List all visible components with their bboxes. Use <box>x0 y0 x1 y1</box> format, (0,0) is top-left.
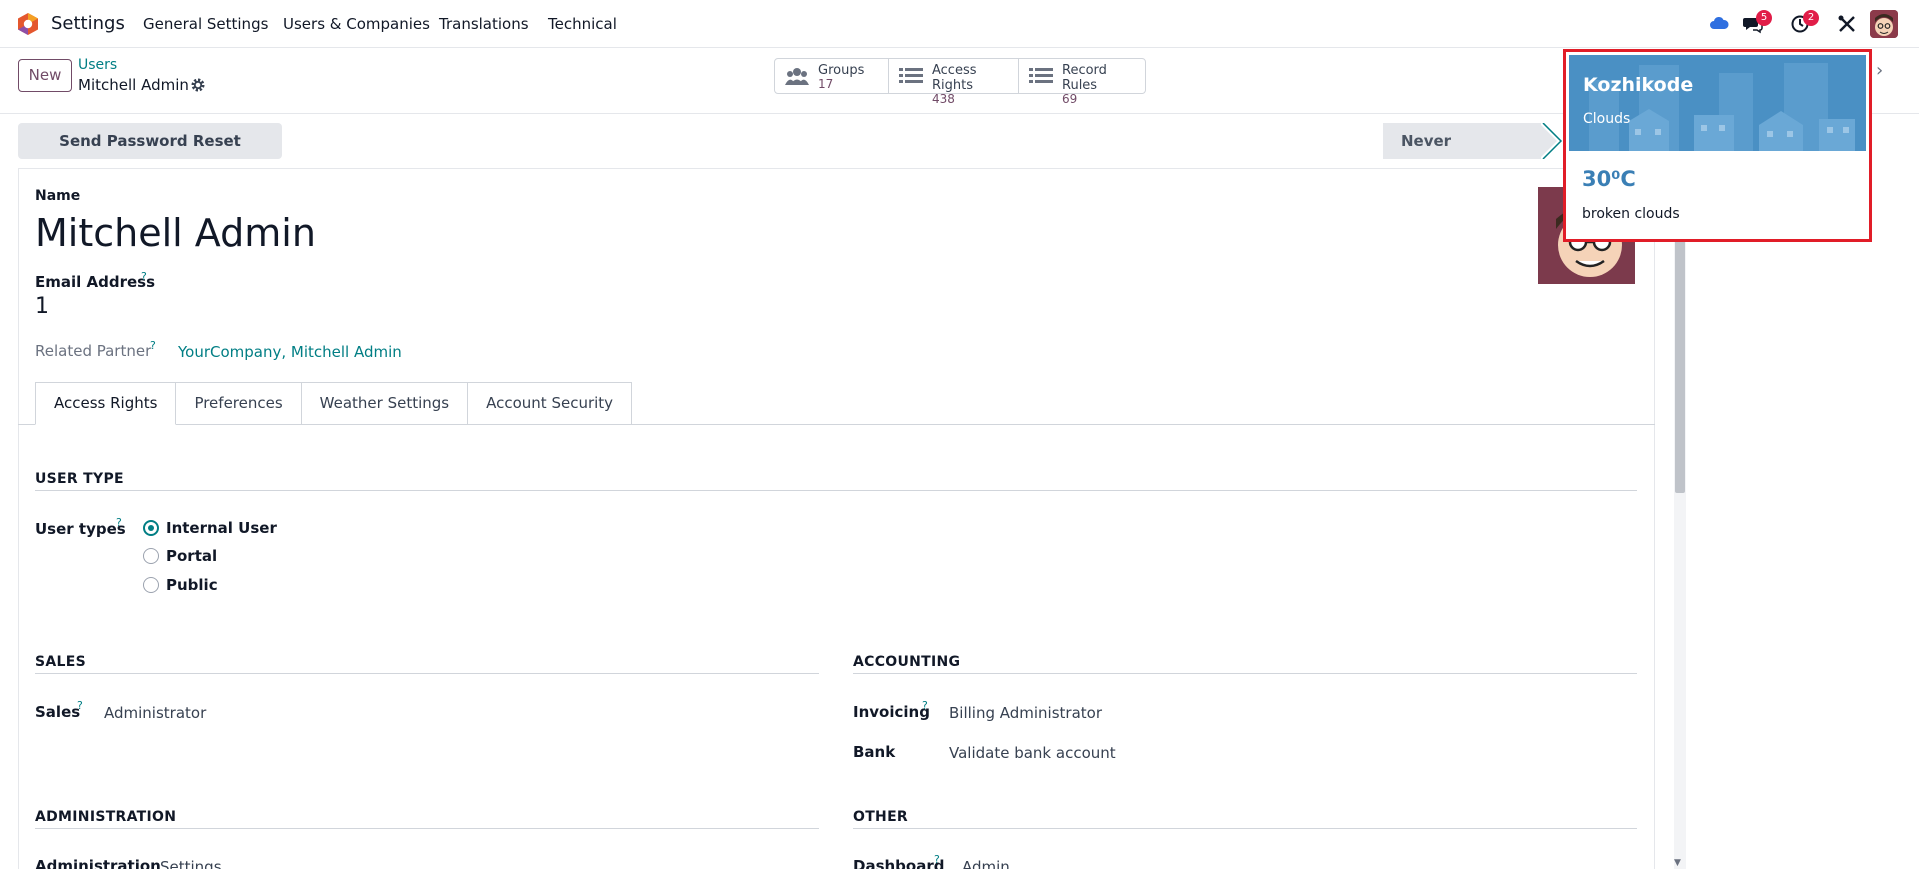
app-name[interactable]: Settings <box>51 13 125 34</box>
section-administration: ADMINISTRATION <box>35 809 177 825</box>
form-tabs: Access Rights Preferences Weather Settin… <box>35 382 633 425</box>
section-other: OTHER <box>853 809 909 825</box>
access-rights-count: 438 <box>932 92 955 106</box>
city-skyline-illustration <box>1569 55 1866 151</box>
menu-translations[interactable]: Translations <box>439 15 529 33</box>
email-field[interactable]: 1 <box>35 294 49 319</box>
weather-temperature: 30⁰C <box>1582 167 1636 191</box>
invoicing-label: Invoicing <box>853 703 930 721</box>
weather-cloud-icon[interactable] <box>1709 14 1729 34</box>
tab-access-rights[interactable]: Access Rights <box>35 382 177 425</box>
user-types-help-icon[interactable]: ? <box>116 516 122 529</box>
groups-smart-button[interactable]: Groups 17 <box>775 59 889 93</box>
administration-label: Administration <box>35 857 161 869</box>
send-password-reset-button[interactable]: Send Password Reset Instructions <box>18 123 282 186</box>
section-user-type: USER TYPE <box>35 471 124 487</box>
odoo-logo-icon[interactable] <box>16 12 40 36</box>
menu-technical[interactable]: Technical <box>548 15 617 33</box>
user-name-field[interactable]: Mitchell Admin <box>35 211 316 255</box>
radio-public[interactable] <box>143 577 159 593</box>
related-partner-label: Related Partner <box>35 342 152 360</box>
invoicing-select[interactable]: Billing Administrator <box>949 704 1102 722</box>
scroll-down-icon[interactable]: ▼ <box>1674 858 1681 868</box>
smart-buttons: Groups 17 Access Rights 438 Record Rules… <box>774 58 1146 106</box>
users-icon <box>785 68 809 85</box>
action-bar: Send Password Reset Instructions Never C… <box>0 114 1680 186</box>
section-sales: SALES <box>35 654 86 670</box>
record-rules-count: 69 <box>1062 92 1078 106</box>
radio-internal-user[interactable] <box>143 520 159 536</box>
sales-help-icon[interactable]: ? <box>77 699 83 712</box>
radio-portal[interactable] <box>143 548 159 564</box>
status-arrow-icon <box>1539 123 1563 159</box>
user-types-label: User types <box>35 520 126 538</box>
section-divider <box>35 673 819 674</box>
email-label: Email Address <box>35 273 156 291</box>
breadcrumb-users[interactable]: Users <box>78 57 117 73</box>
messages-badge: 5 <box>1756 10 1772 26</box>
related-partner-help-icon[interactable]: ? <box>150 339 156 352</box>
access-rights-label: Access Rights <box>932 63 977 93</box>
weather-condition: Clouds <box>1583 111 1631 127</box>
portal-label[interactable]: Portal <box>166 547 217 565</box>
bank-select[interactable]: Validate bank account <box>949 744 1116 762</box>
gear-icon[interactable] <box>190 77 206 93</box>
sales-label: Sales <box>35 703 81 721</box>
related-partner-link[interactable]: YourCompany, Mitchell Admin <box>178 343 402 361</box>
user-avatar[interactable] <box>1870 10 1898 38</box>
weather-city: Kozhikode <box>1583 74 1694 96</box>
top-navbar: Settings General Settings Users & Compan… <box>0 0 1919 48</box>
weather-description: broken clouds <box>1582 206 1680 222</box>
email-help-icon[interactable]: ? <box>141 270 147 283</box>
name-label: Name <box>35 188 81 204</box>
tab-weather-settings[interactable]: Weather Settings <box>301 382 469 425</box>
section-divider <box>853 673 1637 674</box>
sales-select[interactable]: Administrator <box>104 704 206 722</box>
internal-user-label[interactable]: Internal User <box>166 519 277 537</box>
scrollbar-thumb[interactable] <box>1675 240 1685 493</box>
record-rules-label: Record Rules <box>1062 63 1107 93</box>
dashboard-select[interactable]: Admin <box>962 858 1010 869</box>
section-accounting: ACCOUNTING <box>853 654 961 670</box>
status-never-connected[interactable]: Never Connected <box>1383 123 1541 186</box>
administration-select[interactable]: Settings <box>160 858 222 869</box>
weather-banner: Kozhikode Clouds <box>1569 55 1866 151</box>
tab-preferences[interactable]: Preferences <box>176 382 302 425</box>
weather-popup: Kozhikode Clouds 30⁰C broken clouds <box>1563 49 1872 242</box>
activities-badge: 2 <box>1803 10 1819 26</box>
dashboard-label: Dashboard <box>853 857 945 869</box>
groups-label: Groups <box>818 63 865 78</box>
dashboard-help-icon[interactable]: ? <box>934 853 940 866</box>
invoicing-help-icon[interactable]: ? <box>922 699 928 712</box>
pager-next-icon[interactable]: › <box>1876 60 1883 81</box>
tab-account-security[interactable]: Account Security <box>468 382 633 425</box>
new-button[interactable]: New <box>18 59 72 92</box>
list-icon <box>1029 68 1053 83</box>
section-divider <box>35 828 819 829</box>
menu-general-settings[interactable]: General Settings <box>143 15 268 33</box>
bank-label: Bank <box>853 743 896 761</box>
breadcrumb-current: Mitchell Admin <box>78 76 189 94</box>
list-icon <box>899 68 923 83</box>
tools-icon[interactable] <box>1837 14 1857 34</box>
public-label[interactable]: Public <box>166 576 218 594</box>
section-divider <box>853 828 1637 829</box>
section-divider <box>35 490 1637 491</box>
groups-count: 17 <box>818 77 834 91</box>
access-rights-smart-button[interactable]: Access Rights 438 <box>889 59 1019 106</box>
record-rules-smart-button[interactable]: Record Rules 69 <box>1019 59 1145 106</box>
menu-users-companies[interactable]: Users & Companies <box>283 15 430 33</box>
